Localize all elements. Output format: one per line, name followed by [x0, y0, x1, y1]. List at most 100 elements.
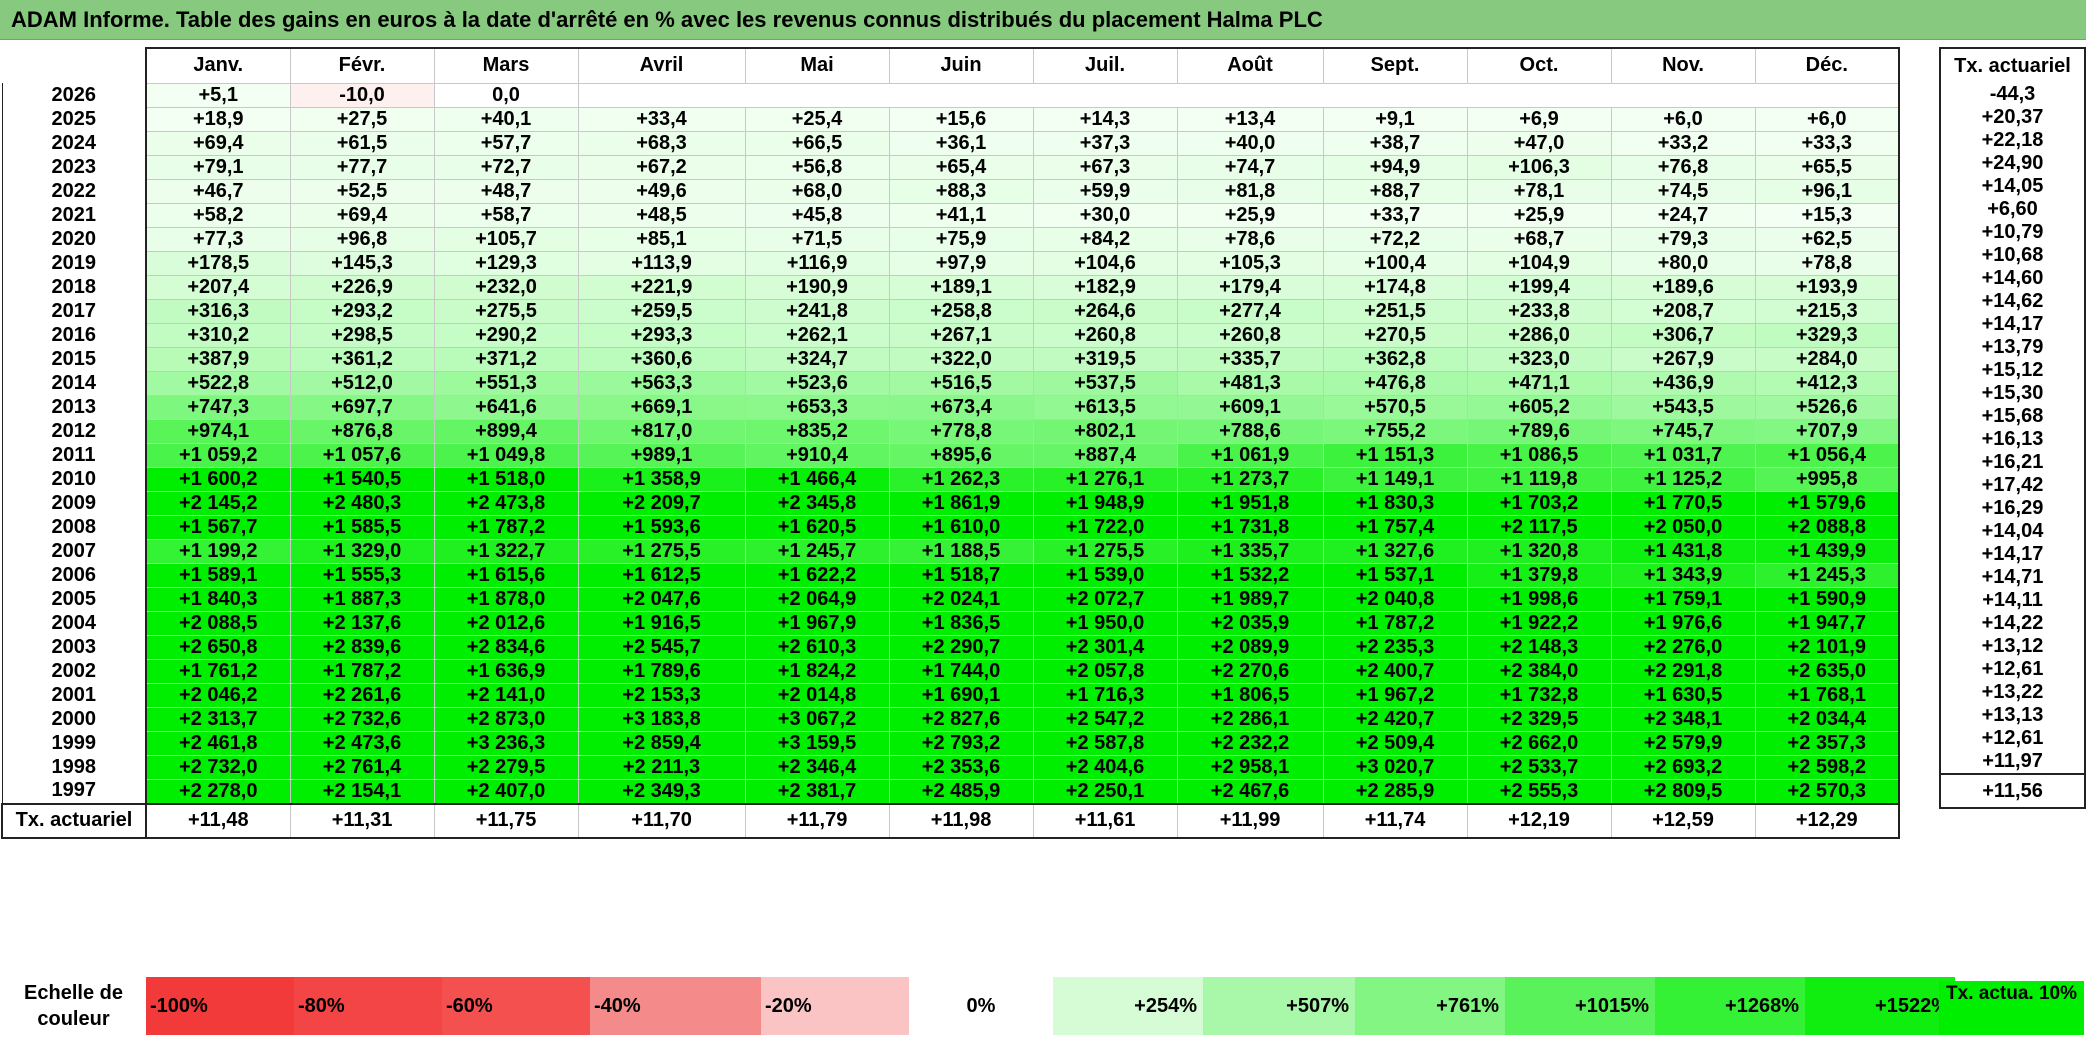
- footer-value: +11,74: [1322, 802, 1468, 839]
- value-cell: +2 650,8: [145, 634, 291, 660]
- value-cell: +1 149,1: [1322, 466, 1468, 492]
- value-cell: +1 590,9: [1754, 586, 1900, 612]
- value-cell: +1 787,2: [289, 658, 435, 684]
- value-cell: +673,4: [888, 394, 1034, 420]
- value-cell: +1 439,9: [1754, 538, 1900, 564]
- value-cell: +1 379,8: [1466, 562, 1612, 588]
- value-cell: +1 732,8: [1466, 682, 1612, 708]
- value-cell: 0,0: [433, 82, 579, 108]
- value-cell: +33,4: [577, 106, 746, 132]
- month-header: Août: [1176, 47, 1324, 84]
- table-row: 2019 +178,5 +145,3 +129,3 +113,9 +116,9 +97,9 +…: [1, 250, 1900, 276]
- value-cell: +2 035,9: [1176, 610, 1324, 636]
- value-cell: +1 343,9: [1610, 562, 1756, 588]
- table-row: 2024 +69,4 +61,5 +57,7 +68,3 +66,5 +36,1 +37,3 +…: [1, 130, 1900, 156]
- rate-header-row: Tx. actuariel: [1939, 47, 2086, 83]
- value-cell: +40,0: [1176, 130, 1324, 156]
- value-cell: +1 245,3: [1754, 562, 1900, 588]
- value-cell: +52,5: [289, 178, 435, 204]
- value-cell: +264,6: [1032, 298, 1178, 324]
- value-cell: +49,6: [577, 178, 746, 204]
- value-cell: +1 327,6: [1322, 538, 1468, 564]
- rate-value: +15,12: [1939, 359, 2086, 382]
- rate-value: +20,37: [1939, 106, 2086, 129]
- value-cell: +97,9: [888, 250, 1034, 276]
- value-cell: +5,1: [145, 82, 291, 108]
- value-cell: +2 345,8: [744, 490, 890, 516]
- value-cell: +335,7: [1176, 346, 1324, 372]
- value-cell: +1 537,1: [1322, 562, 1468, 588]
- rate-value: +6,60: [1939, 198, 2086, 221]
- rate-row: +16,21: [1939, 451, 2086, 474]
- value-cell: +1 322,7: [433, 538, 579, 564]
- year-label: 2025: [1, 107, 146, 131]
- value-cell: +76,8: [1610, 154, 1756, 180]
- value-cell: +293,2: [289, 298, 435, 324]
- table-row: 2005 +1 840,3 +1 887,3 +1 878,0 +2 047,6 +2 0…: [1, 586, 1900, 612]
- value-cell: +2 485,9: [888, 778, 1034, 804]
- value-cell: +179,4: [1176, 274, 1324, 300]
- value-cell: +106,3: [1466, 154, 1612, 180]
- value-cell: +2 793,2: [888, 730, 1034, 756]
- footer-row: Tx. actuariel +11,48 +11,31 +11,75 +11,70 +11…: [1, 802, 1900, 839]
- value-cell: +1 600,2: [145, 466, 291, 492]
- value-cell: +1 320,8: [1466, 538, 1612, 564]
- value-cell: +570,5: [1322, 394, 1468, 420]
- value-cell: +835,2: [744, 418, 890, 444]
- value-cell: +2 839,6: [289, 634, 435, 660]
- value-cell: +1 690,1: [888, 682, 1034, 708]
- value-cell: +1 716,3: [1032, 682, 1178, 708]
- year-label: 2024: [1, 131, 146, 155]
- table-row: 2022 +46,7 +52,5 +48,7 +49,6 +68,0 +88,3 +59,9 +…: [1, 178, 1900, 204]
- year-label: 1998: [1, 755, 146, 779]
- value-cell: +259,5: [577, 298, 746, 324]
- rate-value: +14,62: [1939, 290, 2086, 313]
- value-cell: +329,3: [1754, 322, 1900, 348]
- value-cell: +361,2: [289, 346, 435, 372]
- empty-cell: [745, 83, 889, 107]
- value-cell: +48,5: [577, 202, 746, 228]
- rate-value: +24,90: [1939, 152, 2086, 175]
- legend-swatch: -80%: [294, 977, 442, 1035]
- value-cell: +1 967,2: [1322, 682, 1468, 708]
- rate-row: +10,68: [1939, 244, 2086, 267]
- value-cell: +895,6: [888, 442, 1034, 468]
- value-cell: +2 034,4: [1754, 706, 1900, 732]
- legend-swatch: -20%: [761, 977, 909, 1035]
- empty-cell: [889, 83, 1033, 107]
- year-label: 2023: [1, 155, 146, 179]
- year-label: 2026: [1, 83, 146, 107]
- value-cell: +2 261,6: [289, 682, 435, 708]
- rate-row: +14,11: [1939, 589, 2086, 612]
- value-cell: +2 235,3: [1322, 634, 1468, 660]
- value-cell: +2 285,9: [1322, 778, 1468, 804]
- value-cell: +1 188,5: [888, 538, 1034, 564]
- value-cell: +226,9: [289, 274, 435, 300]
- empty-cell: [1611, 83, 1755, 107]
- empty-cell: [1467, 83, 1611, 107]
- value-cell: +516,5: [888, 370, 1034, 396]
- value-cell: +1 245,7: [744, 538, 890, 564]
- rate-value: +15,30: [1939, 382, 2086, 405]
- value-cell: +1 759,1: [1610, 586, 1756, 612]
- value-cell: +2 050,0: [1610, 514, 1756, 540]
- value-cell: +2 732,0: [145, 754, 291, 780]
- year-label: 1999: [1, 731, 146, 755]
- legend-swatch: -40%: [590, 977, 761, 1035]
- value-cell: +2 533,7: [1466, 754, 1612, 780]
- value-cell: +232,0: [433, 274, 579, 300]
- rate-row: +12,61: [1939, 727, 2086, 750]
- value-cell: +88,7: [1322, 178, 1468, 204]
- value-cell: +13,4: [1176, 106, 1324, 132]
- value-cell: +3 067,2: [744, 706, 890, 732]
- table-row: 2023 +79,1 +77,7 +72,7 +67,2 +56,8 +65,4 +67,3 +…: [1, 154, 1900, 180]
- table-row: 2013 +747,3 +697,7 +641,6 +669,1 +653,3 +673,4…: [1, 394, 1900, 420]
- value-cell: +2 270,6: [1176, 658, 1324, 684]
- table-row: 2010 +1 600,2 +1 540,5 +1 518,0 +1 358,9 +1 4…: [1, 466, 1900, 492]
- empty-cell: [1177, 83, 1323, 107]
- value-cell: +974,1: [145, 418, 291, 444]
- value-cell: +241,8: [744, 298, 890, 324]
- table-row: 2011 +1 059,2 +1 057,6 +1 049,8 +989,1 +910,4…: [1, 442, 1900, 468]
- rate-value: +14,60: [1939, 267, 2086, 290]
- value-cell: +2 353,6: [888, 754, 1034, 780]
